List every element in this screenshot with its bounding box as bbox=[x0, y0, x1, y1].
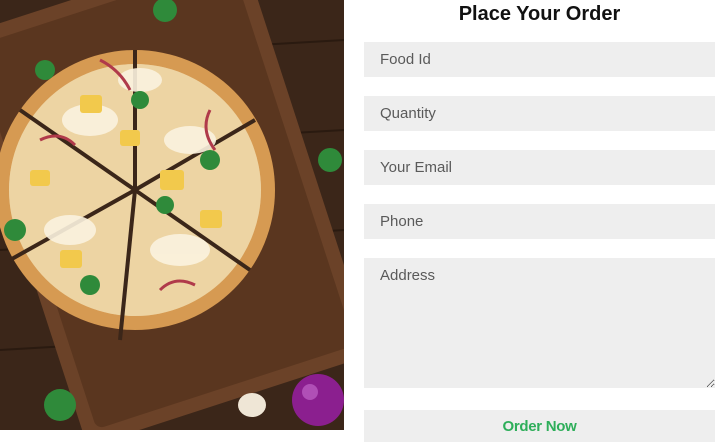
email-input[interactable] bbox=[364, 150, 715, 185]
pizza-illustration bbox=[0, 0, 344, 430]
address-textarea[interactable] bbox=[364, 258, 715, 388]
order-now-button[interactable]: Order Now bbox=[364, 410, 715, 442]
food-id-input[interactable] bbox=[364, 42, 715, 77]
page-title: Place Your Order bbox=[458, 3, 621, 25]
phone-input[interactable] bbox=[364, 204, 715, 239]
order-form: Place Your Order Order Now bbox=[364, 0, 715, 445]
pizza-photo bbox=[0, 0, 344, 430]
quantity-input[interactable] bbox=[364, 96, 715, 131]
